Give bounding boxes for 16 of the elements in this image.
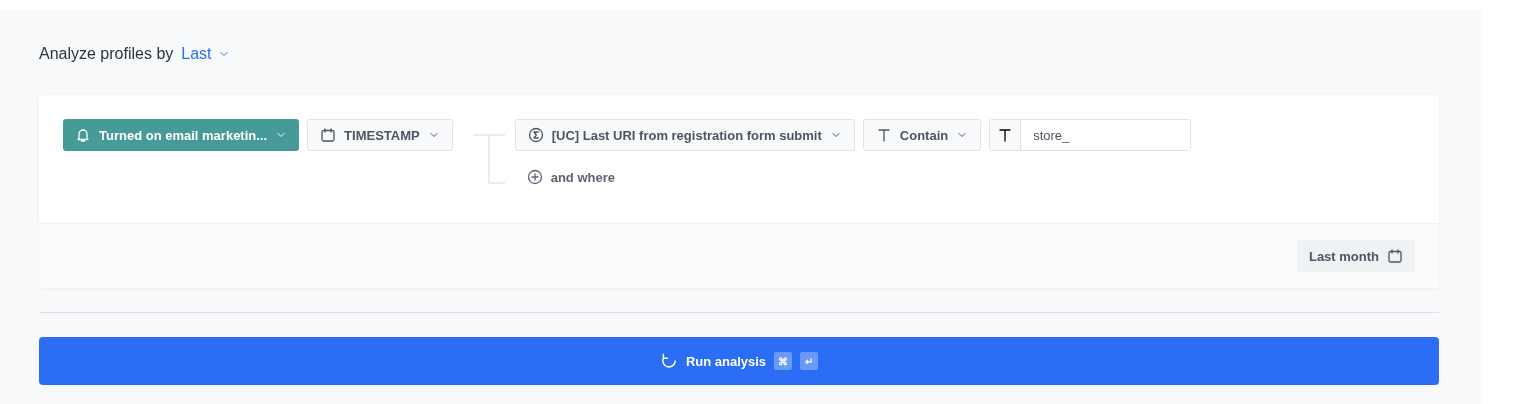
sigma-icon: [527, 127, 544, 143]
run-analysis-button[interactable]: Run analysis ⌘ ↵: [39, 337, 1439, 385]
date-range-button[interactable]: Last month: [1296, 240, 1415, 272]
parameter-dropdown[interactable]: TIMESTAMP: [307, 119, 453, 151]
calendar-icon: [320, 127, 337, 143]
add-condition-button[interactable]: and where: [514, 167, 627, 187]
attribute-dropdown[interactable]: [UC] Last URI from registration form submit: [514, 119, 855, 151]
calendar-icon: [1387, 248, 1403, 264]
heading-label: Analyze profiles by: [39, 45, 174, 63]
bell-icon: [75, 127, 91, 143]
plus-circle-icon: [526, 169, 543, 185]
operator-dropdown[interactable]: Contain: [862, 119, 982, 151]
value-field[interactable]: store_: [989, 119, 1192, 151]
mode-dropdown[interactable]: Last: [181, 45, 230, 63]
key-hint: ↵: [800, 352, 819, 370]
key-hint: ⌘: [774, 352, 793, 370]
